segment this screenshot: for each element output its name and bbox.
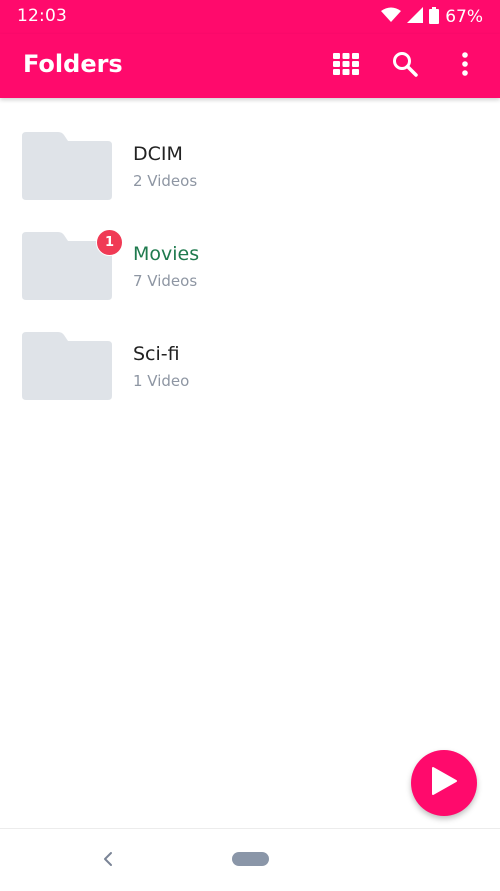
folder-item-dcim[interactable]: DCIM 2 Videos — [0, 98, 500, 200]
wifi-icon — [381, 7, 402, 27]
folder-name: DCIM — [133, 143, 183, 165]
play-button[interactable] — [411, 750, 477, 816]
folder-video-count: 1 Video — [133, 372, 190, 390]
page-title: Folders — [23, 50, 123, 78]
folder-item-movies[interactable]: Movies 7 Videos — [0, 198, 500, 300]
folder-video-count: 2 Videos — [133, 172, 198, 190]
more-vert-icon — [461, 52, 469, 80]
status-bar: 12:03 67% — [0, 0, 500, 34]
app-bar: Folders — [0, 34, 500, 98]
more-options-button[interactable] — [447, 48, 483, 84]
folder-item-sci-fi[interactable]: Sci-fi 1 Video — [0, 298, 500, 400]
signal-icon — [407, 7, 424, 27]
status-icons: 67% — [381, 6, 483, 28]
play-icon — [430, 766, 458, 800]
folder-name: Movies — [133, 243, 200, 265]
search-button[interactable] — [387, 48, 423, 84]
status-time: 12:03 — [17, 6, 67, 26]
system-nav-bar — [0, 828, 500, 891]
battery-percentage: 67% — [445, 7, 483, 27]
search-icon — [392, 51, 418, 81]
home-pill-icon[interactable] — [232, 852, 269, 866]
back-icon[interactable] — [98, 849, 118, 869]
battery-icon — [429, 6, 440, 28]
folder-icon — [22, 332, 112, 400]
folder-name: Sci-fi — [133, 343, 180, 365]
new-video-badge: 1 — [96, 229, 123, 256]
folder-list: DCIM 2 Videos Movies 7 Videos Sci-fi 1 V… — [0, 98, 500, 400]
folder-icon — [22, 132, 112, 200]
folder-video-count: 7 Videos — [133, 272, 198, 290]
grid-view-icon — [333, 53, 359, 79]
grid-view-button[interactable] — [328, 48, 364, 84]
